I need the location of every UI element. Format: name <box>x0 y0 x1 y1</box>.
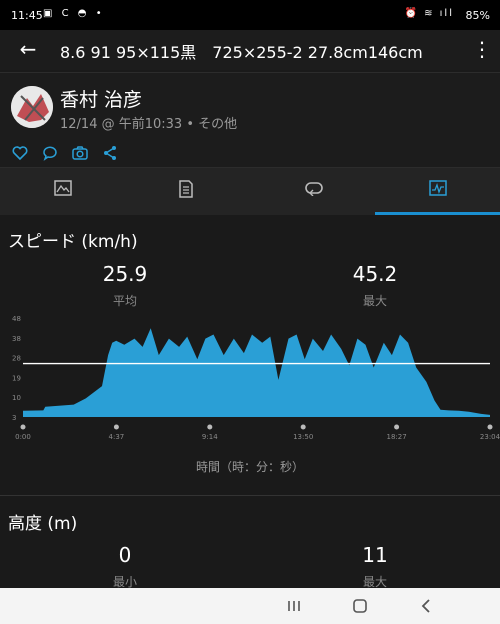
comment-icon[interactable] <box>41 144 59 162</box>
activity-header: 香村 治彦 12/14 @ 午前10:33 • その他 <box>0 72 500 138</box>
share-icon[interactable] <box>101 144 119 162</box>
x-tick-label: 9:14 <box>202 433 218 441</box>
notification-icons: ▣ C ◓ • <box>43 8 105 19</box>
activity-tabs <box>0 168 500 215</box>
avatar[interactable] <box>11 86 53 128</box>
back-arrow-icon[interactable]: ← <box>16 37 40 61</box>
system-nav-bar <box>0 588 500 624</box>
max-speed-value: 45.2 <box>352 262 398 286</box>
altitude-section-title: 高度 (m) <box>8 514 78 534</box>
tab-overview[interactable] <box>0 168 125 215</box>
document-icon <box>179 180 193 198</box>
max-speed-label: 最大 <box>362 294 387 308</box>
avg-speed-value: 25.9 <box>102 262 148 286</box>
recent-apps-icon[interactable] <box>283 595 305 617</box>
heart-icon[interactable] <box>11 144 29 162</box>
speed-chart: 3 10 19 28 38 48 0:00 4:37 9:14 13:50 18:27 23:04 <box>0 310 500 480</box>
more-options-icon[interactable]: ⋮ <box>472 37 492 61</box>
x-tick-label: 4:37 <box>109 433 125 441</box>
x-tick-dot <box>394 424 400 430</box>
back-icon[interactable] <box>415 595 437 617</box>
x-tick-dot <box>20 424 26 430</box>
x-tick-label: 13:50 <box>293 433 313 441</box>
x-tick-dot <box>300 424 306 430</box>
map-icon <box>54 180 72 196</box>
y-tick-label: 3 <box>12 414 16 422</box>
tab-charts[interactable] <box>375 168 500 215</box>
tab-laps[interactable] <box>250 168 375 215</box>
activity-meta: 12/14 @ 午前10:33 • その他 <box>60 117 238 132</box>
x-tick-dot <box>113 424 119 430</box>
speed-area <box>23 328 490 417</box>
status-bar: 11:45 ▣ C ◓ • ⏰ ≋ ıll 85% <box>0 0 500 30</box>
min-altitude-value: 0 <box>118 543 132 567</box>
y-tick-label: 48 <box>12 315 21 323</box>
app-toolbar: ← 8.6 91 95×115黒 725×255-2 27.8cm146cm ⋮ <box>0 30 500 70</box>
x-tick-label: 18:27 <box>387 433 407 441</box>
y-tick-label: 10 <box>12 394 21 402</box>
x-tick-label: 0:00 <box>15 433 31 441</box>
battery-level: 85% <box>465 9 490 22</box>
section-divider <box>0 495 500 496</box>
social-actions <box>0 138 500 168</box>
status-time: 11:45 <box>11 9 43 22</box>
laps-icon <box>305 182 323 196</box>
y-tick-label: 38 <box>12 335 21 343</box>
avg-speed-label: 平均 <box>112 294 137 308</box>
x-tick-label: 23:04 <box>480 433 500 441</box>
max-altitude-value: 11 <box>362 543 388 567</box>
x-tick-dot <box>487 424 493 430</box>
system-icons: ⏰ ≋ ıll <box>404 8 454 19</box>
tab-details[interactable] <box>125 168 250 215</box>
user-name[interactable]: 香村 治彦 <box>60 85 142 112</box>
speed-chart-svg: 3 10 19 28 38 48 0:00 4:37 9:14 13:50 18:27 23:04 <box>12 315 500 441</box>
y-tick-label: 19 <box>12 374 21 382</box>
y-tick-label: 28 <box>12 355 21 363</box>
speed-section-title: スピード (km/h) <box>8 232 138 252</box>
x-tick-dot <box>207 424 213 430</box>
home-icon[interactable] <box>349 595 371 617</box>
camera-icon[interactable] <box>71 144 89 162</box>
chart-icon <box>429 180 447 196</box>
chart-x-axis-label: 時間（時：分：秒） <box>195 460 304 474</box>
activity-title: 8.6 91 95×115黒 725×255-2 27.8cm146cm <box>60 43 423 62</box>
